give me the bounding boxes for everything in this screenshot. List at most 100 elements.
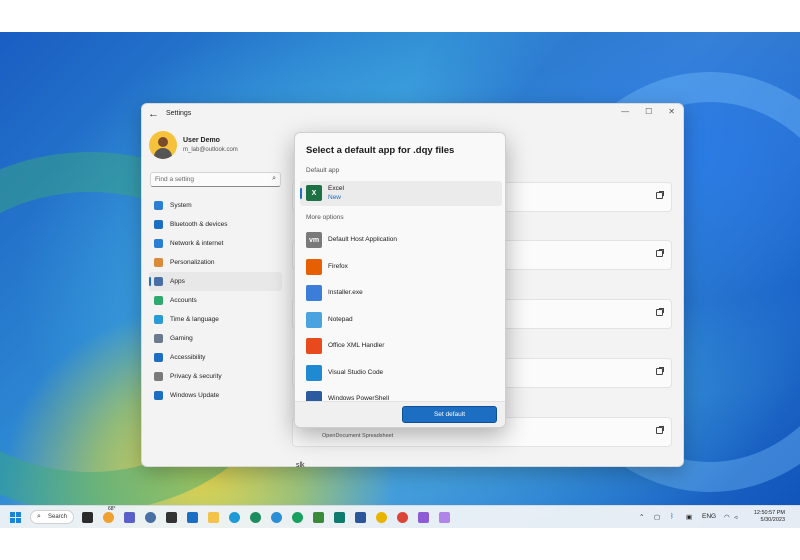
app-name: Notepad	[328, 316, 353, 323]
sidebar-item[interactable]: Time & language	[149, 310, 282, 329]
app-option[interactable]: Office XML Handler	[300, 334, 502, 358]
controller-icon	[154, 334, 163, 343]
app-name: Excel	[328, 185, 344, 192]
app-name: Default Host Application	[328, 236, 398, 243]
sidebar-item-label: Time & language	[170, 316, 219, 323]
person-icon	[154, 296, 163, 305]
app-option[interactable]: vm Default Host Application	[300, 228, 502, 252]
app-name: Firefox	[328, 263, 348, 270]
brush-icon	[154, 258, 163, 267]
back-arrow-icon[interactable]: ←	[148, 108, 159, 120]
app-option[interactable]: Notepad	[300, 308, 502, 332]
app-icon[interactable]	[439, 512, 450, 523]
app-option[interactable]: Firefox	[300, 255, 502, 279]
language-indicator[interactable]: ENG	[702, 513, 716, 520]
teams-icon[interactable]	[124, 512, 135, 523]
sidebar-nav: System Bluetooth & devices Network & inter…	[149, 196, 283, 405]
clock-date: 5/30/2023	[760, 517, 785, 523]
task-view-icon[interactable]	[82, 512, 93, 523]
weather-icon[interactable]	[103, 512, 114, 523]
sidebar-item[interactable]: Apps	[149, 272, 282, 291]
sidebar-item-label: Windows Update	[170, 392, 220, 399]
minimize-icon[interactable]: —	[621, 107, 629, 116]
vm-icon: vm	[306, 232, 322, 248]
app-option[interactable]: Installer.exe	[300, 281, 502, 305]
taskbar-search[interactable]: ⌕ Search	[30, 510, 74, 524]
app-option[interactable]: Windows PowerShell	[300, 387, 502, 401]
app-name: Office XML Handler	[328, 342, 385, 349]
sidebar-item-label: Personalization	[170, 259, 215, 266]
office-icon	[306, 338, 322, 354]
tray-icon[interactable]: ▣	[686, 513, 692, 521]
sidebar-item[interactable]: Windows Update	[149, 386, 282, 405]
app-option[interactable]: Visual Studio Code	[300, 361, 502, 385]
terminal-icon[interactable]	[166, 512, 177, 523]
sidebar-item-label: Network & internet	[170, 240, 224, 247]
firefox-icon	[306, 259, 322, 275]
vscode-icon	[306, 365, 322, 381]
app-icon[interactable]	[376, 512, 387, 523]
open-external-icon[interactable]	[656, 191, 664, 199]
open-external-icon[interactable]	[656, 249, 664, 257]
close-icon[interactable]: ✕	[668, 107, 675, 116]
maximize-icon[interactable]: ☐	[645, 107, 652, 116]
windows-start-icon[interactable]	[10, 512, 21, 523]
excel-icon: X	[306, 185, 322, 201]
window-title: Settings	[166, 110, 192, 117]
edge-dev-icon[interactable]	[250, 512, 261, 523]
accessibility-icon	[154, 353, 163, 362]
open-external-icon[interactable]	[656, 308, 664, 316]
app-icon[interactable]	[313, 512, 324, 523]
settings-gear-icon[interactable]	[145, 512, 156, 523]
edge-canary-icon[interactable]	[292, 512, 303, 523]
sidebar-item-label: Privacy & security	[170, 373, 222, 380]
avatar[interactable]	[149, 131, 177, 159]
globe-icon	[154, 315, 163, 324]
set-default-button[interactable]: Set default	[402, 406, 497, 423]
taskbar: ⌕ Search 68° ⌃ ▢ ᛒ ▣ ENG ◠ ◃ 12:50:57 PM…	[0, 505, 800, 528]
sidebar-item[interactable]: Network & internet	[149, 234, 282, 253]
weather-temp: 68°	[108, 506, 116, 512]
wifi-icon[interactable]: ◠	[724, 513, 730, 521]
app-badge: New	[328, 194, 342, 201]
search-icon: ⌕	[272, 175, 276, 182]
default-app-dialog: Select a default app for .dqy files Defa…	[294, 132, 506, 428]
shield-icon	[154, 372, 163, 381]
bluetooth-icon[interactable]: ᛒ	[670, 513, 674, 520]
default-app-item[interactable]: X Excel New	[300, 181, 502, 206]
search-placeholder: Find a setting	[155, 176, 195, 183]
clock[interactable]: 12:50:57 PM 5/30/2023	[745, 510, 785, 524]
bluetooth-icon	[154, 220, 163, 229]
sidebar-item-label: System	[170, 202, 192, 209]
edge-beta-icon[interactable]	[271, 512, 282, 523]
tray-icon[interactable]: ▢	[654, 513, 660, 521]
sidebar-item[interactable]: Personalization	[149, 253, 282, 272]
sidebar-item[interactable]: Accounts	[149, 291, 282, 310]
chevron-up-icon[interactable]: ⌃	[639, 513, 644, 521]
app-name: Installer.exe	[328, 289, 363, 296]
sidebar-item-label: Bluetooth & devices	[170, 221, 228, 228]
app-icon[interactable]	[334, 512, 345, 523]
sidebar-item[interactable]: Accessibility	[149, 348, 282, 367]
file-explorer-icon[interactable]	[208, 512, 219, 523]
powershell-icon	[306, 391, 322, 401]
monitor-icon	[154, 201, 163, 210]
edge-icon[interactable]	[229, 512, 240, 523]
sidebar-item[interactable]: System	[149, 196, 282, 215]
word-icon[interactable]	[355, 512, 366, 523]
open-external-icon[interactable]	[656, 367, 664, 375]
sidebar-item-label: Accessibility	[170, 354, 206, 361]
sidebar-item[interactable]: Gaming	[149, 329, 282, 348]
app-icon[interactable]	[187, 512, 198, 523]
user-email: m_lab@outlook.com	[183, 147, 238, 153]
open-external-icon[interactable]	[656, 426, 664, 434]
sidebar-item[interactable]: Privacy & security	[149, 367, 282, 386]
volume-icon[interactable]: ◃	[734, 513, 737, 521]
sidebar-item[interactable]: Bluetooth & devices	[149, 215, 282, 234]
app-icon[interactable]	[418, 512, 429, 523]
app-name: Visual Studio Code	[328, 369, 384, 376]
title-bar: ← Settings — ☐ ✕	[142, 104, 683, 126]
search-input[interactable]: Find a setting ⌕	[150, 172, 281, 187]
chrome-icon[interactable]	[397, 512, 408, 523]
notepad-icon	[306, 312, 322, 328]
